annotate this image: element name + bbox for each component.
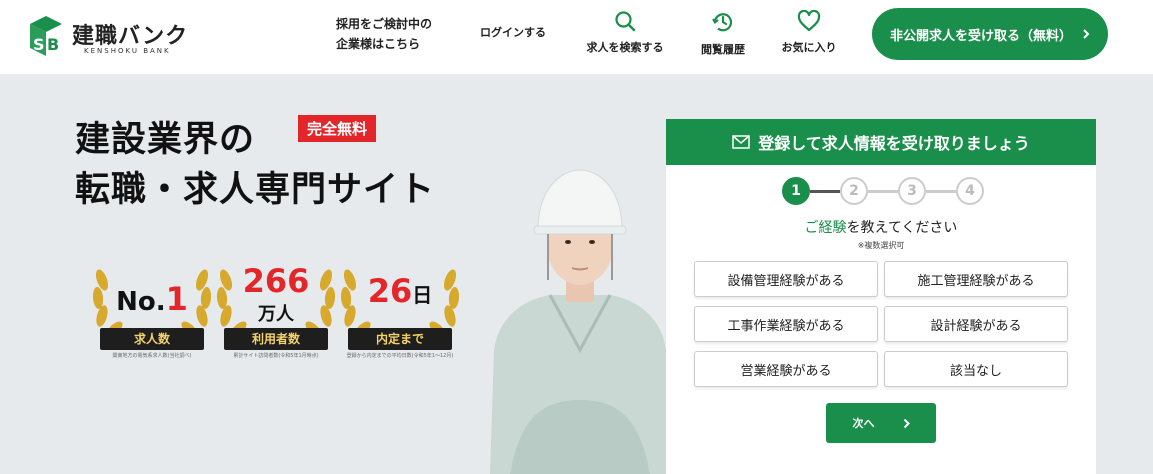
award-1-note: 関東地方の電気系求人数(当社調べ) — [112, 353, 192, 359]
login-link[interactable]: ログインする — [480, 23, 546, 43]
logo-text: 建職バンク — [72, 24, 189, 49]
step-connector — [810, 190, 840, 193]
award-3-number: 26 — [367, 272, 413, 310]
form-header-label: 登録して求人情報を受け取りましょう — [758, 134, 1030, 153]
free-badge: 完全無料 — [298, 115, 377, 142]
corporate-link-line-2: 企業様はこちら — [336, 37, 421, 51]
hero-title-line-2: 転職・求人専門サイト — [75, 170, 436, 210]
step-indicator: 1 2 3 4 — [780, 177, 985, 207]
site-header: S B 建職バンク KENSHOKU BANK 採用をご検討中の 企業様はこちら… — [0, 0, 1153, 74]
cta-label: 非公開求人を受け取る（無料） — [889, 28, 1072, 44]
mail-icon — [732, 135, 750, 149]
corporate-link[interactable]: 採用をご検討中の 企業様はこちら — [336, 14, 432, 54]
step-connector — [926, 190, 956, 193]
award-3-unit: 日 — [412, 283, 433, 307]
award-1-number: 1 — [165, 280, 188, 318]
question-highlight: ご経験 — [804, 220, 847, 236]
heart-icon — [797, 10, 821, 32]
award-1-prefix: No. — [116, 287, 166, 317]
nav-favorites-label: お気に入り — [781, 41, 837, 54]
option-construction-management[interactable]: 施工管理経験がある — [884, 261, 1068, 297]
logo[interactable]: S B 建職バンク KENSHOKU BANK — [26, 14, 196, 60]
award-3-value: 26日 — [334, 272, 466, 310]
nav-favorites[interactable]: お気に入り — [764, 10, 854, 55]
svg-text:B: B — [47, 35, 59, 54]
step-2: 2 — [840, 177, 868, 205]
svg-text:S: S — [33, 35, 45, 54]
option-facility-management[interactable]: 設備管理経験がある — [694, 261, 878, 297]
step-connector — [868, 190, 898, 193]
hero-title-line-1: 建設業界の — [75, 120, 256, 160]
next-button[interactable]: 次へ — [826, 403, 936, 443]
option-sales[interactable]: 営業経験がある — [694, 351, 878, 387]
award-offer-days: 26日 内定まで 登録から内定までの平均日数(令和5年1〜12月) — [334, 250, 466, 375]
nav-history-label: 閲覧履歴 — [701, 43, 745, 56]
next-button-label: 次へ — [852, 417, 875, 430]
option-construction-work[interactable]: 工事作業経験がある — [694, 306, 878, 342]
logo-subtext: KENSHOKU BANK — [84, 47, 171, 55]
award-2-unit: 万人 — [258, 304, 294, 325]
step-3: 3 — [898, 177, 926, 205]
form-header: 登録して求人情報を受け取りましょう — [666, 119, 1096, 165]
award-user-count: 266 万人 利用者数 累計サイト訪問者数(令和5年1月時点) — [210, 250, 342, 375]
history-clock-icon — [712, 13, 733, 32]
question-text: を教えてください — [846, 220, 958, 236]
option-none[interactable]: 該当なし — [884, 351, 1068, 387]
multi-select-note: ※複数選択可 — [857, 241, 905, 250]
award-1-label: 求人数 — [100, 328, 204, 350]
registration-form: 登録して求人情報を受け取りましょう 1 2 3 4 ご経験を教えてください ※複… — [666, 119, 1096, 474]
logo-mark-icon: S B — [30, 16, 62, 56]
corporate-link-line-1: 採用をご検討中の — [336, 17, 433, 31]
worker-photo — [490, 169, 670, 474]
private-jobs-cta-button[interactable]: 非公開求人を受け取る（無料） — [872, 8, 1108, 60]
hero-title: 建設業界の 転職・求人専門サイト — [75, 115, 435, 215]
step-1: 1 — [782, 177, 810, 205]
chevron-right-icon — [1083, 29, 1090, 39]
award-1-value: No.1 — [86, 280, 218, 318]
nav-history[interactable]: 閲覧履歴 — [678, 10, 768, 57]
award-2-number: 266 — [242, 262, 310, 300]
award-3-note: 登録から内定までの平均日数(令和5年1〜12月) — [346, 353, 454, 359]
option-design[interactable]: 設計経験がある — [884, 306, 1068, 342]
award-3-label: 内定まで — [348, 328, 452, 350]
award-job-count: No.1 求人数 関東地方の電気系求人数(当社調べ) — [86, 250, 218, 375]
step-4: 4 — [956, 177, 984, 205]
form-question: ご経験を教えてください — [666, 217, 1096, 237]
nav-search[interactable]: 求人を検索する — [580, 10, 670, 55]
award-2-note: 累計サイト訪問者数(令和5年1月時点) — [233, 353, 319, 359]
award-2-label: 利用者数 — [224, 328, 328, 350]
nav-search-label: 求人を検索する — [586, 41, 664, 54]
search-icon — [615, 11, 636, 32]
chevron-right-icon — [903, 418, 910, 428]
